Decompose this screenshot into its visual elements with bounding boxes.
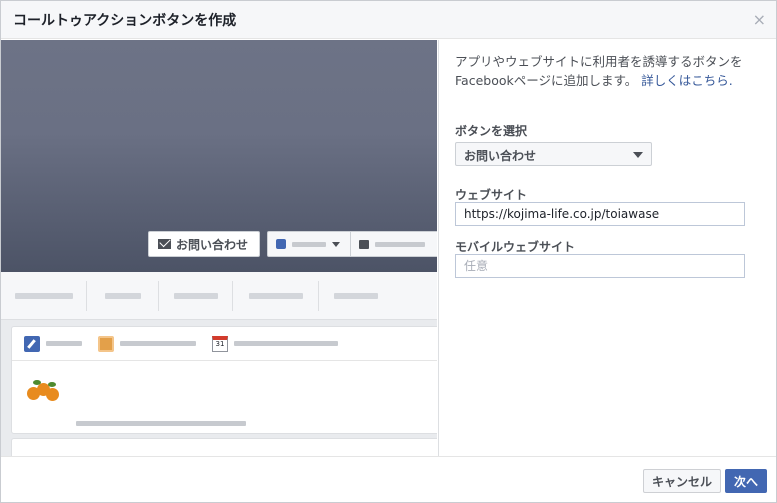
- caret-down-icon: [332, 241, 340, 247]
- placeholder-bar: [76, 421, 246, 426]
- mail-icon: [158, 239, 171, 249]
- preview-tabs-strip: [1, 272, 437, 320]
- like-icon: [276, 239, 286, 249]
- mobile-website-label: モバイルウェブサイト: [455, 240, 576, 254]
- cancel-button[interactable]: キャンセル: [643, 469, 721, 493]
- preview-like-segment: [268, 232, 351, 256]
- preview-tab: [319, 281, 393, 311]
- composer-photo: [98, 335, 196, 352]
- dialog-footer: キャンセル 次へ: [1, 456, 776, 502]
- composer-event: 31: [212, 335, 338, 352]
- close-icon[interactable]: ×: [753, 10, 766, 29]
- form-description: アプリやウェブサイトに利用者を誘導するボタンをFacebookページに追加します…: [455, 52, 755, 90]
- comment-icon: [359, 239, 369, 249]
- placeholder-bar: [46, 341, 82, 346]
- dialog-title: コールトゥアクションボタンを作成: [13, 13, 237, 29]
- composer-actions: 31: [12, 327, 437, 361]
- placeholder-bar: [375, 241, 425, 247]
- preview-tab: [1, 280, 87, 311]
- learn-more-link[interactable]: 詳しくはこちら.: [641, 73, 732, 88]
- preview-tab: [233, 280, 319, 311]
- placeholder-bar: [292, 241, 326, 247]
- preview-tab: [159, 280, 233, 311]
- placeholder-bar: [234, 341, 338, 346]
- composer-status: [24, 335, 82, 352]
- calendar-icon: 31: [212, 335, 228, 352]
- pencil-icon: [24, 335, 40, 352]
- page-avatar: [24, 373, 64, 409]
- website-input[interactable]: [455, 202, 745, 226]
- preview-cta-label: お問い合わせ: [176, 237, 249, 252]
- button-select-value: お問い合わせ: [464, 149, 537, 163]
- preview-post-card: [11, 438, 437, 456]
- button-type-select[interactable]: お問い合わせ: [455, 142, 652, 166]
- page-preview: お問い合わせ 31: [1, 40, 437, 456]
- cta-form: アプリやウェブサイトに利用者を誘導するボタンをFacebookページに追加します…: [438, 40, 776, 456]
- preview-cta-button: お問い合わせ: [148, 231, 260, 257]
- next-button[interactable]: 次へ: [725, 469, 767, 493]
- photo-icon: [98, 335, 114, 352]
- preview-message-segment: [351, 232, 425, 256]
- preview-like-message-group: [267, 231, 437, 257]
- preview-composer: 31: [11, 326, 437, 434]
- placeholder-bar: [120, 341, 196, 346]
- dialog-header: コールトゥアクションボタンを作成 ×: [1, 1, 776, 39]
- mobile-website-input[interactable]: [455, 254, 745, 278]
- preview-tab: [87, 280, 159, 311]
- button-select-label: ボタンを選択: [455, 124, 528, 138]
- create-cta-dialog: コールトゥアクションボタンを作成 × お問い合わせ 31 アプリやウェブサイトに…: [0, 0, 777, 503]
- chevron-down-icon: [633, 152, 643, 158]
- website-label: ウェブサイト: [455, 188, 528, 202]
